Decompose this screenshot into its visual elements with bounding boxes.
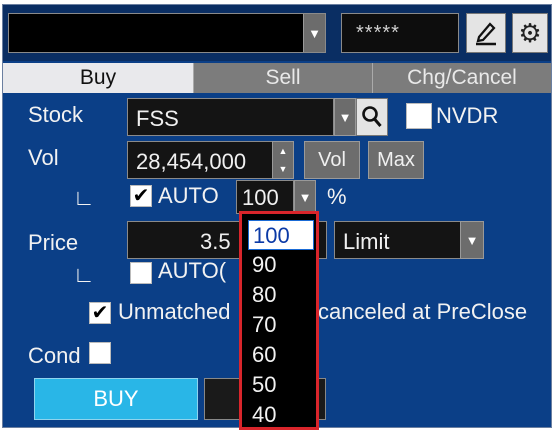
- auto-percent-select[interactable]: 100: [236, 180, 294, 214]
- auto-price-label: AUTO(: [158, 258, 227, 283]
- percent-dropdown-list: 100 90 80 70 60 50 40: [239, 211, 319, 430]
- settings-button[interactable]: ⚙: [512, 13, 548, 53]
- price-label: Price: [28, 230, 79, 255]
- indent-corner-icon: ∟: [73, 185, 95, 210]
- stock-input[interactable]: FSS: [127, 98, 334, 136]
- auto-label: AUTO: [158, 183, 219, 208]
- percent-option-100[interactable]: 100: [248, 220, 314, 250]
- search-icon: [362, 106, 382, 127]
- vol-label: Vol: [28, 145, 59, 170]
- vol-button[interactable]: Vol: [304, 141, 360, 179]
- account-dropdown-button[interactable]: ▼: [303, 14, 325, 52]
- max-button[interactable]: Max: [368, 141, 424, 179]
- vol-input[interactable]: 28,454,000: [127, 141, 273, 179]
- auto-price-checkbox[interactable]: [130, 262, 152, 284]
- chevron-up-icon[interactable]: ▲: [279, 146, 288, 156]
- vol-stepper[interactable]: ▲ ▼: [272, 141, 294, 179]
- unmatched-checkbox[interactable]: ✔: [89, 302, 111, 324]
- pin-field[interactable]: *****: [341, 13, 459, 53]
- cond-label: Cond: [28, 343, 81, 368]
- tab-buy[interactable]: Buy: [3, 63, 193, 93]
- nvdr-checkbox[interactable]: [406, 103, 432, 129]
- stock-search-button[interactable]: [356, 98, 388, 136]
- tab-sell[interactable]: Sell: [193, 63, 372, 93]
- percent-dropdown-button[interactable]: ▼: [294, 180, 316, 214]
- canceled-label: canceled at PreClose: [318, 299, 528, 324]
- chevron-down-icon: ▼: [298, 189, 312, 205]
- account-select[interactable]: [8, 13, 326, 53]
- percent-option-80[interactable]: 80: [248, 280, 314, 310]
- order-type-select[interactable]: Limit: [334, 221, 462, 259]
- chevron-down-icon: ▼: [465, 232, 479, 248]
- edit-icon: [476, 22, 496, 46]
- stock-dropdown-button[interactable]: ▼: [334, 98, 356, 136]
- cond-checkbox[interactable]: [89, 342, 111, 364]
- percent-option-90[interactable]: 90: [248, 250, 314, 280]
- stock-label: Stock: [28, 102, 84, 127]
- tab-chg-cancel[interactable]: Chg/Cancel: [372, 63, 551, 93]
- indent-corner-icon: ∟: [73, 262, 95, 287]
- gear-icon: ⚙: [518, 17, 542, 48]
- buy-button[interactable]: BUY: [34, 378, 198, 420]
- edit-button[interactable]: [466, 13, 506, 53]
- auto-checkbox[interactable]: ✔: [130, 185, 152, 207]
- percent-option-60[interactable]: 60: [248, 340, 314, 370]
- percent-option-40[interactable]: 40: [248, 400, 314, 430]
- nvdr-label: NVDR: [436, 103, 499, 128]
- chevron-down-icon: ▼: [338, 109, 352, 125]
- percent-option-70[interactable]: 70: [248, 310, 314, 340]
- percent-option-50[interactable]: 50: [248, 370, 314, 400]
- chevron-down-icon[interactable]: ▼: [279, 164, 288, 174]
- chevron-down-icon: ▼: [308, 25, 321, 41]
- unmatched-label: Unmatched: [118, 299, 231, 324]
- percent-sign: %: [327, 184, 347, 209]
- order-type-dropdown-button[interactable]: ▼: [460, 221, 484, 259]
